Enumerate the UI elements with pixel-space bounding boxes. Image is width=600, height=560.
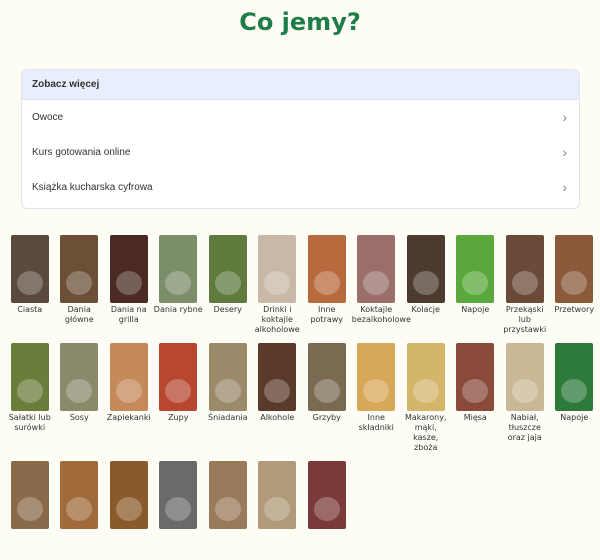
category-image (258, 343, 297, 411)
see-more-panel: Zobacz więcej Owoce › Kurs gotowania onl… (21, 69, 580, 209)
category-image (555, 235, 594, 303)
chevron-right-icon: › (562, 179, 567, 195)
category-image (456, 343, 495, 411)
category-image (208, 343, 247, 411)
category-label: Przekąski lub przystawki (503, 305, 547, 334)
category-tile[interactable]: Drinki i koktajle alkoholowe (253, 235, 303, 335)
see-more-item-label: Książka kucharska cyfrowa (32, 182, 153, 193)
category-image (60, 343, 99, 411)
category-label: Sosy (69, 413, 89, 422)
chevron-right-icon: › (562, 109, 567, 125)
category-image (555, 343, 594, 411)
category-tile[interactable]: Napoje (550, 343, 600, 453)
category-tile[interactable]: Ciasta (5, 235, 55, 335)
category-tile[interactable]: Dania na grilla (104, 235, 154, 335)
category-label: Napoje (461, 305, 490, 314)
category-tile[interactable]: Śniadania (203, 343, 253, 453)
category-label: Inne składniki (358, 413, 394, 432)
page-title: Co jemy? (239, 8, 361, 36)
category-tile[interactable]: Napoje (451, 235, 501, 335)
category-tile[interactable]: Sosy (55, 343, 105, 453)
see-more-item-ksiazka[interactable]: Książka kucharska cyfrowa › (22, 170, 579, 205)
category-tile[interactable]: Sałatki lub surówki (5, 343, 55, 453)
see-more-item-label: Kurs gotowania online (32, 147, 131, 158)
category-label: Przetwory (554, 305, 595, 314)
category-label: Alkohole (260, 413, 295, 422)
category-image (406, 235, 445, 303)
category-image (159, 461, 198, 529)
category-label: Inne potrawy (310, 305, 344, 324)
category-image (307, 461, 346, 529)
category-label: Zupy (168, 413, 189, 422)
category-image (208, 461, 247, 529)
category-label: Ciasta (17, 305, 43, 314)
see-more-item-owoce[interactable]: Owoce › (22, 100, 579, 135)
category-label: Napoje (560, 413, 589, 422)
category-tile[interactable] (253, 461, 303, 531)
category-tile[interactable]: Alkohole (253, 343, 303, 453)
category-image (307, 235, 346, 303)
category-label: Dania główne (64, 305, 94, 324)
category-image (357, 235, 396, 303)
category-label: Mięsa (463, 413, 487, 422)
category-tile[interactable]: Przetwory (550, 235, 600, 335)
category-label: Koktajle bezalkoholowe (351, 305, 411, 324)
category-tile[interactable] (104, 461, 154, 531)
category-image (109, 343, 148, 411)
category-tile[interactable]: Makarony, mąki, kasze, zboża (401, 343, 451, 453)
category-tile[interactable]: Inne składniki (352, 343, 402, 453)
category-image (109, 461, 148, 529)
category-image (258, 235, 297, 303)
category-image (60, 461, 99, 529)
category-image (505, 343, 544, 411)
category-image (258, 461, 297, 529)
category-tile[interactable]: Przekąski lub przystawki (500, 235, 550, 335)
category-tile[interactable] (5, 461, 55, 531)
category-label: Zapiekanki (106, 413, 151, 422)
category-tile[interactable]: Desery (203, 235, 253, 335)
category-label: Kolacje (411, 305, 440, 314)
category-tile[interactable]: Zapiekanki (104, 343, 154, 453)
category-label: Drinki i koktajle alkoholowe (254, 305, 300, 334)
category-tile[interactable] (55, 461, 105, 531)
category-label: Dania na grilla (110, 305, 147, 324)
see-more-item-kurs[interactable]: Kurs gotowania online › (22, 135, 579, 170)
category-image (406, 343, 445, 411)
see-more-item-label: Owoce (32, 112, 64, 123)
category-image (10, 235, 49, 303)
category-label: Nabiał, tłuszcze oraz jaja (507, 413, 542, 442)
category-label: Sałatki lub surówki (8, 413, 51, 432)
category-image (307, 343, 346, 411)
category-image (109, 235, 148, 303)
category-tile[interactable]: Dania rybne (154, 235, 204, 335)
category-tile[interactable]: Inne potrawy (302, 235, 352, 335)
category-image (159, 235, 198, 303)
category-image (60, 235, 99, 303)
see-more-header: Zobacz więcej (22, 70, 579, 100)
category-image (159, 343, 198, 411)
category-image (208, 235, 247, 303)
category-tile[interactable] (154, 461, 204, 531)
category-label: Dania rybne (153, 305, 203, 314)
category-image (456, 235, 495, 303)
category-tile[interactable]: Mięsa (451, 343, 501, 453)
category-label: Grzyby (312, 413, 341, 422)
category-tile[interactable]: Dania główne (55, 235, 105, 335)
category-image (505, 235, 544, 303)
category-tile[interactable]: Kolacje (401, 235, 451, 335)
category-tile[interactable]: Grzyby (302, 343, 352, 453)
category-image (10, 343, 49, 411)
category-tile[interactable] (203, 461, 253, 531)
category-image (10, 461, 49, 529)
category-tile[interactable] (302, 461, 352, 531)
chevron-right-icon: › (562, 144, 567, 160)
category-label: Makarony, mąki, kasze, zboża (404, 413, 447, 452)
category-label: Desery (213, 305, 242, 314)
category-tile[interactable]: Zupy (154, 343, 204, 453)
category-tile[interactable]: Nabiał, tłuszcze oraz jaja (500, 343, 550, 453)
category-label: Śniadania (208, 413, 248, 422)
category-image (357, 343, 396, 411)
category-tile[interactable]: Koktajle bezalkoholowe (351, 235, 411, 335)
category-grid: Ciasta Dania główne Dania na grilla Dania r… (5, 235, 599, 531)
